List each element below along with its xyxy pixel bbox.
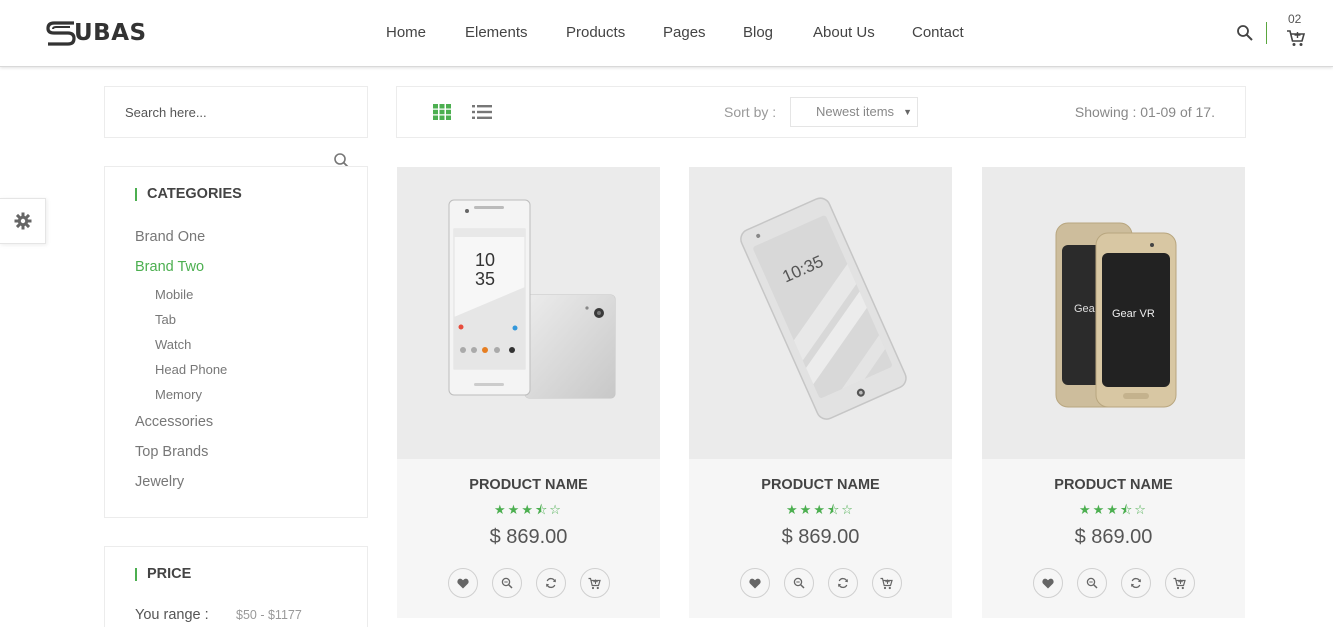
add-to-cart-button[interactable] (871, 568, 902, 598)
site-header: UBAS Home Elements Products Pages Blog A… (0, 0, 1333, 67)
quick-view-button[interactable] (1076, 568, 1107, 598)
sort-label: Sort by : (724, 104, 777, 120)
product-rating: ★★★⯪☆ (494, 503, 563, 518)
subcategory-memory[interactable]: Memory (155, 387, 202, 402)
zoom-icon (1086, 577, 1098, 589)
price-title: PRICE (135, 567, 191, 581)
product-card[interactable]: Gea Gear VR PRODUCT NAME ★★★⯪☆ $ 869.00 (982, 167, 1245, 618)
gear-icon (14, 212, 31, 230)
quick-view-button[interactable] (491, 568, 522, 598)
list-view-icon[interactable] (472, 105, 492, 119)
wishlist-button[interactable] (739, 568, 770, 598)
nav-about-us[interactable]: About Us (813, 24, 875, 41)
price-range-label: You range : (135, 607, 209, 623)
svg-text:Gear VR: Gear VR (1112, 308, 1155, 320)
zoom-icon (501, 577, 513, 589)
add-to-cart-button[interactable] (1164, 568, 1195, 598)
search-input[interactable] (105, 87, 367, 137)
product-image[interactable]: Gea Gear VR (982, 167, 1245, 459)
product-name[interactable]: PRODUCT NAME (982, 477, 1245, 493)
nav-blog[interactable]: Blog (743, 24, 773, 41)
subcategory-watch[interactable]: Watch (155, 337, 191, 352)
cart-count: 02 (1288, 12, 1302, 26)
product-name[interactable]: PRODUCT NAME (689, 477, 952, 493)
product-image[interactable]: 10:35 (689, 167, 952, 459)
product-card[interactable]: 10 35 PRODUCT NAME ★★★⯪☆ $ 869.00 (397, 167, 660, 618)
shop-toolbar: Sort by : Newest items ▼ Showing : 01-09… (396, 86, 1246, 138)
product-price: $ 869.00 (489, 526, 568, 548)
grid-view-icon[interactable] (433, 104, 451, 120)
product-rating: ★★★⯪☆ (786, 503, 855, 518)
refresh-icon (545, 577, 556, 589)
sort-select[interactable]: Newest items ▼ (790, 97, 918, 127)
category-top-brands[interactable]: Top Brands (135, 444, 208, 460)
product-name[interactable]: PRODUCT NAME (397, 477, 660, 493)
quick-view-button[interactable] (783, 568, 814, 598)
add-to-cart-icon (1173, 577, 1186, 589)
search-icon[interactable] (1236, 24, 1254, 42)
product-actions (397, 568, 660, 598)
settings-panel-toggle[interactable] (0, 198, 46, 244)
nav-home[interactable]: Home (386, 24, 426, 41)
subcategory-mobile[interactable]: Mobile (155, 287, 193, 302)
nav-contact[interactable]: Contact (912, 24, 964, 41)
product-actions (689, 568, 952, 598)
product-image[interactable]: 10 35 (397, 167, 660, 459)
compare-button[interactable] (1120, 568, 1151, 598)
compare-button[interactable] (535, 568, 566, 598)
product-card[interactable]: 10:35 PRODUCT NAME ★★★⯪☆ $ 869.00 (689, 167, 952, 618)
category-jewelry[interactable]: Jewelry (135, 474, 184, 490)
sort-selected-value: Newest items (816, 104, 895, 119)
add-to-cart-icon (880, 577, 893, 589)
category-brand-two[interactable]: Brand Two (135, 259, 204, 275)
wishlist-button[interactable] (447, 568, 478, 598)
cart-icon[interactable] (1286, 28, 1306, 48)
product-actions (982, 568, 1245, 598)
heart-icon (748, 578, 761, 588)
subcategory-head-phone[interactable]: Head Phone (155, 362, 227, 377)
main-nav: Home Elements Products Pages Blog About … (0, 0, 1333, 66)
refresh-icon (1130, 577, 1141, 589)
product-price: $ 869.00 (1074, 526, 1153, 548)
svg-text:35: 35 (475, 269, 495, 289)
heart-icon (1041, 578, 1054, 588)
svg-text:10: 10 (475, 250, 495, 270)
refresh-icon (837, 577, 848, 589)
header-divider (1266, 22, 1267, 44)
results-count: Showing : 01-09 of 17. (1074, 104, 1215, 120)
sidebar-search-box (104, 86, 368, 138)
subcategory-tab[interactable]: Tab (155, 312, 176, 327)
zoom-icon (793, 577, 805, 589)
add-to-cart-button[interactable] (579, 568, 610, 598)
add-to-cart-icon (588, 577, 601, 589)
categories-widget: CATEGORIES Brand One Brand Two Mobile Ta… (104, 166, 368, 518)
heart-icon (456, 578, 469, 588)
nav-elements[interactable]: Elements (465, 24, 528, 41)
compare-button[interactable] (827, 568, 858, 598)
chevron-down-icon: ▼ (903, 107, 912, 117)
price-widget: PRICE You range : $50 - $1177 (104, 546, 368, 627)
nav-products[interactable]: Products (566, 24, 625, 41)
price-range-value: $50 - $1177 (236, 608, 302, 622)
categories-title: CATEGORIES (135, 187, 242, 201)
category-accessories[interactable]: Accessories (135, 414, 213, 430)
svg-text:Gea: Gea (1074, 303, 1096, 315)
wishlist-button[interactable] (1032, 568, 1063, 598)
product-rating: ★★★⯪☆ (1079, 503, 1148, 518)
category-brand-one[interactable]: Brand One (135, 229, 205, 245)
product-price: $ 869.00 (781, 526, 860, 548)
nav-pages[interactable]: Pages (663, 24, 706, 41)
